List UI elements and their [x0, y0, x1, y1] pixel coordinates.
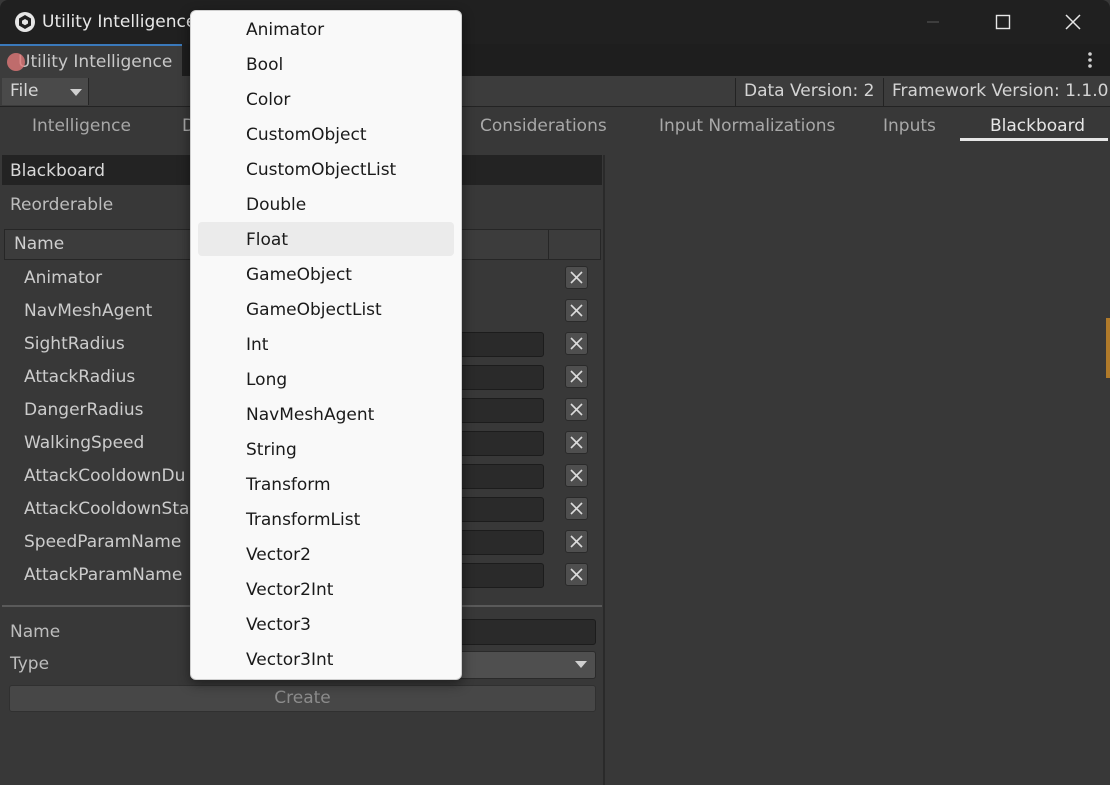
file-menu-label: File [10, 81, 39, 101]
variable-name: AttackCooldownDu [24, 466, 186, 486]
create-button[interactable]: Create [9, 685, 596, 712]
variable-name: AttackParamName [24, 565, 183, 585]
dropdown-item[interactable]: GameObjectList [246, 300, 382, 320]
data-version-label: Data Version: 2 [744, 81, 875, 101]
remove-variable-button[interactable] [565, 365, 588, 388]
close-icon [570, 436, 583, 449]
column-divider [548, 229, 549, 260]
dropdown-highlight [198, 222, 454, 256]
remove-variable-button[interactable] [565, 530, 588, 553]
close-icon [570, 403, 583, 416]
window-title: Utility Intelligence [42, 12, 197, 32]
remove-variable-button[interactable] [565, 266, 588, 289]
cursor-indicator [7, 53, 25, 71]
dropdown-item[interactable]: Bool [246, 55, 283, 75]
type-select[interactable] [440, 651, 596, 679]
name-label: Name [10, 622, 61, 642]
remove-variable-button[interactable] [565, 431, 588, 454]
close-icon [570, 370, 583, 383]
variable-name: WalkingSpeed [24, 433, 145, 453]
close-icon [570, 304, 583, 317]
variable-name: DangerRadius [24, 400, 144, 420]
dropdown-item[interactable]: Float [246, 230, 288, 250]
remove-variable-button[interactable] [565, 464, 588, 487]
minimize-icon [927, 21, 939, 23]
remove-variable-button[interactable] [565, 332, 588, 355]
dropdown-item[interactable]: TransformList [246, 510, 360, 530]
tab-considerations[interactable]: Considerations [480, 116, 607, 136]
close-icon [570, 271, 583, 284]
dropdown-item[interactable]: CustomObject [246, 125, 367, 145]
dropdown-item[interactable]: Vector3Int [246, 650, 333, 670]
dropdown-item[interactable]: Double [246, 195, 306, 215]
dropdown-item[interactable]: CustomObjectList [246, 160, 396, 180]
dropdown-item[interactable]: Vector3 [246, 615, 311, 635]
reorderable-label: Reorderable [10, 195, 114, 215]
close-icon [1065, 14, 1081, 30]
dropdown-item[interactable]: NavMeshAgent [246, 405, 374, 425]
maximize-button[interactable] [968, 0, 1038, 44]
dropdown-item[interactable]: Vector2Int [246, 580, 333, 600]
variable-name: SpeedParamName [24, 532, 182, 552]
dropdown-item[interactable]: String [246, 440, 297, 460]
variable-name: AttackRadius [24, 367, 136, 387]
close-icon [570, 535, 583, 548]
dropdown-item[interactable]: Int [246, 335, 268, 355]
name-input[interactable] [440, 619, 596, 645]
variable-name: SightRadius [24, 334, 125, 354]
unity-logo-icon [15, 12, 35, 32]
type-label: Type [10, 654, 50, 674]
dropdown-item[interactable]: GameObject [246, 265, 352, 285]
tab-blackboard[interactable]: Blackboard [990, 116, 1085, 136]
dropdown-item[interactable]: Transform [246, 475, 331, 495]
chevron-down-icon [575, 661, 587, 668]
dropdown-item[interactable]: Animator [246, 20, 324, 40]
framework-version-label: Framework Version: 1.1.0 [892, 81, 1109, 101]
remove-variable-button[interactable] [565, 497, 588, 520]
blackboard-title: Blackboard [10, 161, 106, 181]
close-icon [570, 469, 583, 482]
dropdown-item[interactable]: Long [246, 370, 287, 390]
toolbar-divider [883, 78, 884, 106]
maximize-icon [995, 14, 1011, 30]
editor-tab-label: Utility Intelligence [18, 52, 173, 72]
variable-name: Animator [24, 268, 103, 288]
column-name-label: Name [14, 234, 65, 254]
more-options-icon[interactable] [1081, 50, 1099, 70]
variable-name: NavMeshAgent [24, 301, 153, 321]
dropdown-item[interactable]: Color [246, 90, 290, 110]
close-icon [570, 337, 583, 350]
variable-name: AttackCooldownSta [24, 499, 190, 519]
remove-variable-button[interactable] [565, 299, 588, 322]
remove-variable-button[interactable] [565, 398, 588, 421]
remove-variable-button[interactable] [565, 563, 588, 586]
minimize-button[interactable] [898, 0, 968, 44]
tab-input-normalizations[interactable]: Input Normalizations [659, 116, 835, 136]
dropdown-item[interactable]: Vector2 [246, 545, 311, 565]
tab-inputs[interactable]: Inputs [883, 116, 936, 136]
close-icon [570, 502, 583, 515]
close-icon [570, 568, 583, 581]
close-window-button[interactable] [1038, 0, 1108, 44]
scroll-accent [1106, 318, 1110, 378]
active-tab-indicator [960, 138, 1108, 141]
tab-intelligence[interactable]: Intelligence [32, 116, 131, 136]
toolbar-divider [735, 78, 736, 106]
chevron-down-icon [70, 89, 82, 96]
